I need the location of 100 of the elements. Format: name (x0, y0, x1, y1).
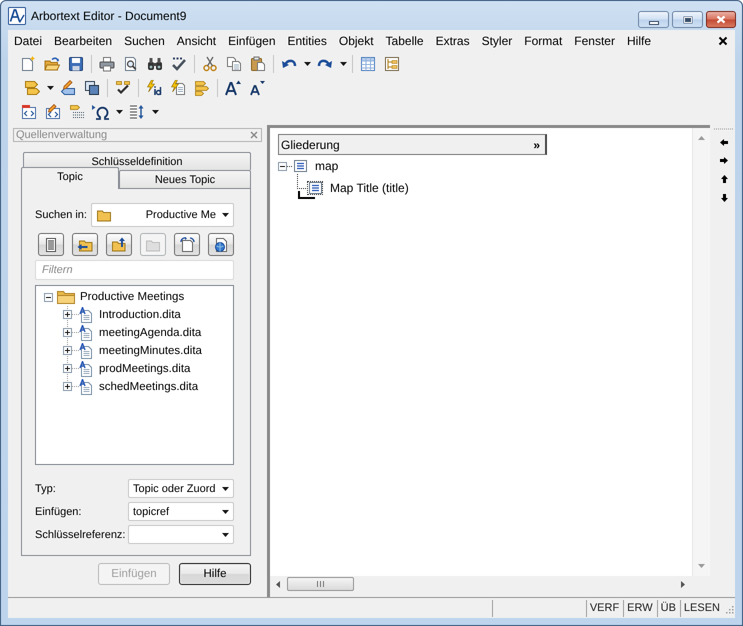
minimize-button[interactable] (638, 11, 669, 28)
tree-item[interactable]: map (315, 159, 338, 173)
tree-item[interactable]: Productive Meetings (79, 291, 186, 303)
menu-item[interactable]: Ansicht (170, 34, 222, 48)
pencil-document-icon[interactable] (45, 104, 61, 120)
caret-icon[interactable] (304, 62, 310, 66)
pencil-tag-icon[interactable] (60, 80, 76, 96)
expand-icon[interactable] (278, 162, 292, 170)
resize-grip-icon[interactable] (724, 604, 734, 614)
caret-icon[interactable] (340, 62, 346, 66)
menu-item[interactable]: Styler (476, 34, 518, 48)
status-field: LESEN (680, 600, 724, 616)
tab[interactable]: Schlüsseldefinition (23, 152, 251, 170)
tree-item[interactable]: meetingMinutes.dita (98, 345, 203, 357)
close-icon (716, 15, 726, 24)
globe-document-button[interactable] (208, 233, 234, 256)
open-folder-icon[interactable] (44, 56, 60, 72)
expand-icon[interactable] (44, 292, 53, 302)
copy-icon[interactable] (226, 56, 242, 72)
arrow-up-icon[interactable] (720, 175, 728, 183)
element-icon[interactable] (307, 181, 323, 195)
document-list-button[interactable] (38, 233, 64, 256)
element-icon[interactable] (292, 159, 308, 173)
filter-field[interactable]: Filtern (35, 260, 234, 280)
menu-item[interactable]: Fenster (568, 34, 621, 48)
document-refresh-button[interactable] (174, 233, 200, 256)
app-logo-icon (8, 6, 26, 24)
tag-list-icon[interactable] (194, 80, 210, 96)
folder-up-icon (111, 236, 127, 252)
menu-item[interactable]: Suchen (118, 34, 171, 48)
tree-item[interactable]: prodMeetings.dita (98, 363, 192, 375)
scroll-left-icon[interactable] (276, 580, 280, 588)
menu-item[interactable]: Datei (8, 34, 48, 48)
tab[interactable]: Topic (21, 167, 119, 189)
menu-item[interactable]: Einfügen (222, 34, 282, 48)
lightning-document-icon[interactable] (170, 80, 186, 96)
tab[interactable]: Neues Topic (119, 170, 251, 189)
arrow-down-icon[interactable] (720, 194, 728, 202)
topic-document-icon (79, 307, 93, 323)
print-preview-icon[interactable] (123, 56, 139, 72)
close-icon[interactable] (718, 36, 728, 46)
expand-icon[interactable] (63, 306, 79, 324)
tree-view-icon[interactable] (384, 56, 400, 72)
menu-item[interactable]: Hilfe (620, 34, 657, 48)
menu-item[interactable]: Bearbeiten (48, 34, 118, 48)
tree-item[interactable]: meetingAgenda.dita (98, 327, 202, 339)
scroll-right-icon[interactable] (681, 580, 685, 588)
caret-icon[interactable] (46, 86, 54, 90)
scroll-up-icon[interactable] (698, 136, 705, 140)
list-arrows-icon[interactable] (129, 104, 145, 120)
binoculars-icon[interactable] (147, 56, 163, 72)
tag-icon[interactable] (24, 80, 40, 96)
font-smaller-icon[interactable] (249, 80, 265, 96)
double-chevron-button[interactable]: » (528, 138, 545, 152)
arrow-right-icon[interactable] (720, 157, 728, 164)
maximize-icon (682, 16, 692, 24)
menu-item[interactable]: Tabelle (380, 34, 430, 48)
omega-icon[interactable] (92, 104, 110, 120)
paste-icon[interactable] (250, 56, 266, 72)
menu-item[interactable]: Format (518, 34, 568, 48)
field-label: Schlüsselreferenz: (35, 528, 126, 540)
tree-item[interactable]: Map Title (title) (330, 181, 409, 195)
new-document-icon[interactable] (20, 56, 36, 72)
tree-item[interactable]: Introduction.dita (98, 309, 182, 321)
tree-item[interactable]: schedMeetings.dita (98, 381, 200, 393)
caret-icon (222, 532, 229, 536)
overlapping-squares-icon[interactable] (84, 80, 100, 96)
lightning-id-icon[interactable] (146, 80, 162, 96)
expand-icon[interactable] (63, 342, 79, 360)
action-button[interactable]: Hilfe (179, 563, 251, 585)
dropdown-field[interactable]: Topic oder Zuord (128, 479, 234, 498)
font-larger-icon[interactable] (225, 80, 241, 96)
arrow-left-icon[interactable] (720, 139, 728, 146)
menu-item[interactable]: Extras (430, 34, 476, 48)
scroll-thumb[interactable] (287, 577, 354, 591)
save-icon[interactable] (68, 56, 84, 72)
folder-back-button[interactable] (72, 233, 98, 256)
caret-icon[interactable] (152, 110, 158, 114)
tag-lines-icon[interactable] (69, 104, 85, 120)
menu-item[interactable]: Objekt (332, 34, 380, 48)
expand-icon[interactable] (63, 360, 79, 378)
expand-icon[interactable] (63, 324, 79, 342)
close-button[interactable] (706, 11, 736, 28)
caret-icon (222, 213, 229, 217)
folder-up-button[interactable] (106, 233, 132, 256)
spellcheck-icon[interactable] (171, 56, 187, 72)
maximize-button[interactable] (672, 11, 703, 28)
caret-icon[interactable] (116, 110, 122, 114)
print-icon[interactable] (99, 56, 115, 72)
vertical-scrollbar[interactable] (692, 128, 710, 576)
menu-item[interactable]: Entities (282, 34, 333, 48)
dropdown-field[interactable] (128, 525, 234, 544)
scroll-down-icon[interactable] (698, 564, 705, 568)
checklist-icon[interactable] (115, 80, 131, 96)
dropdown-field[interactable]: topicref (128, 502, 234, 521)
tag-document-icon[interactable] (21, 104, 37, 120)
scissors-icon[interactable] (202, 56, 218, 72)
table-icon[interactable] (360, 56, 376, 72)
caret-icon (222, 510, 229, 514)
look-in-dropdown[interactable]: Productive Me (91, 203, 234, 227)
